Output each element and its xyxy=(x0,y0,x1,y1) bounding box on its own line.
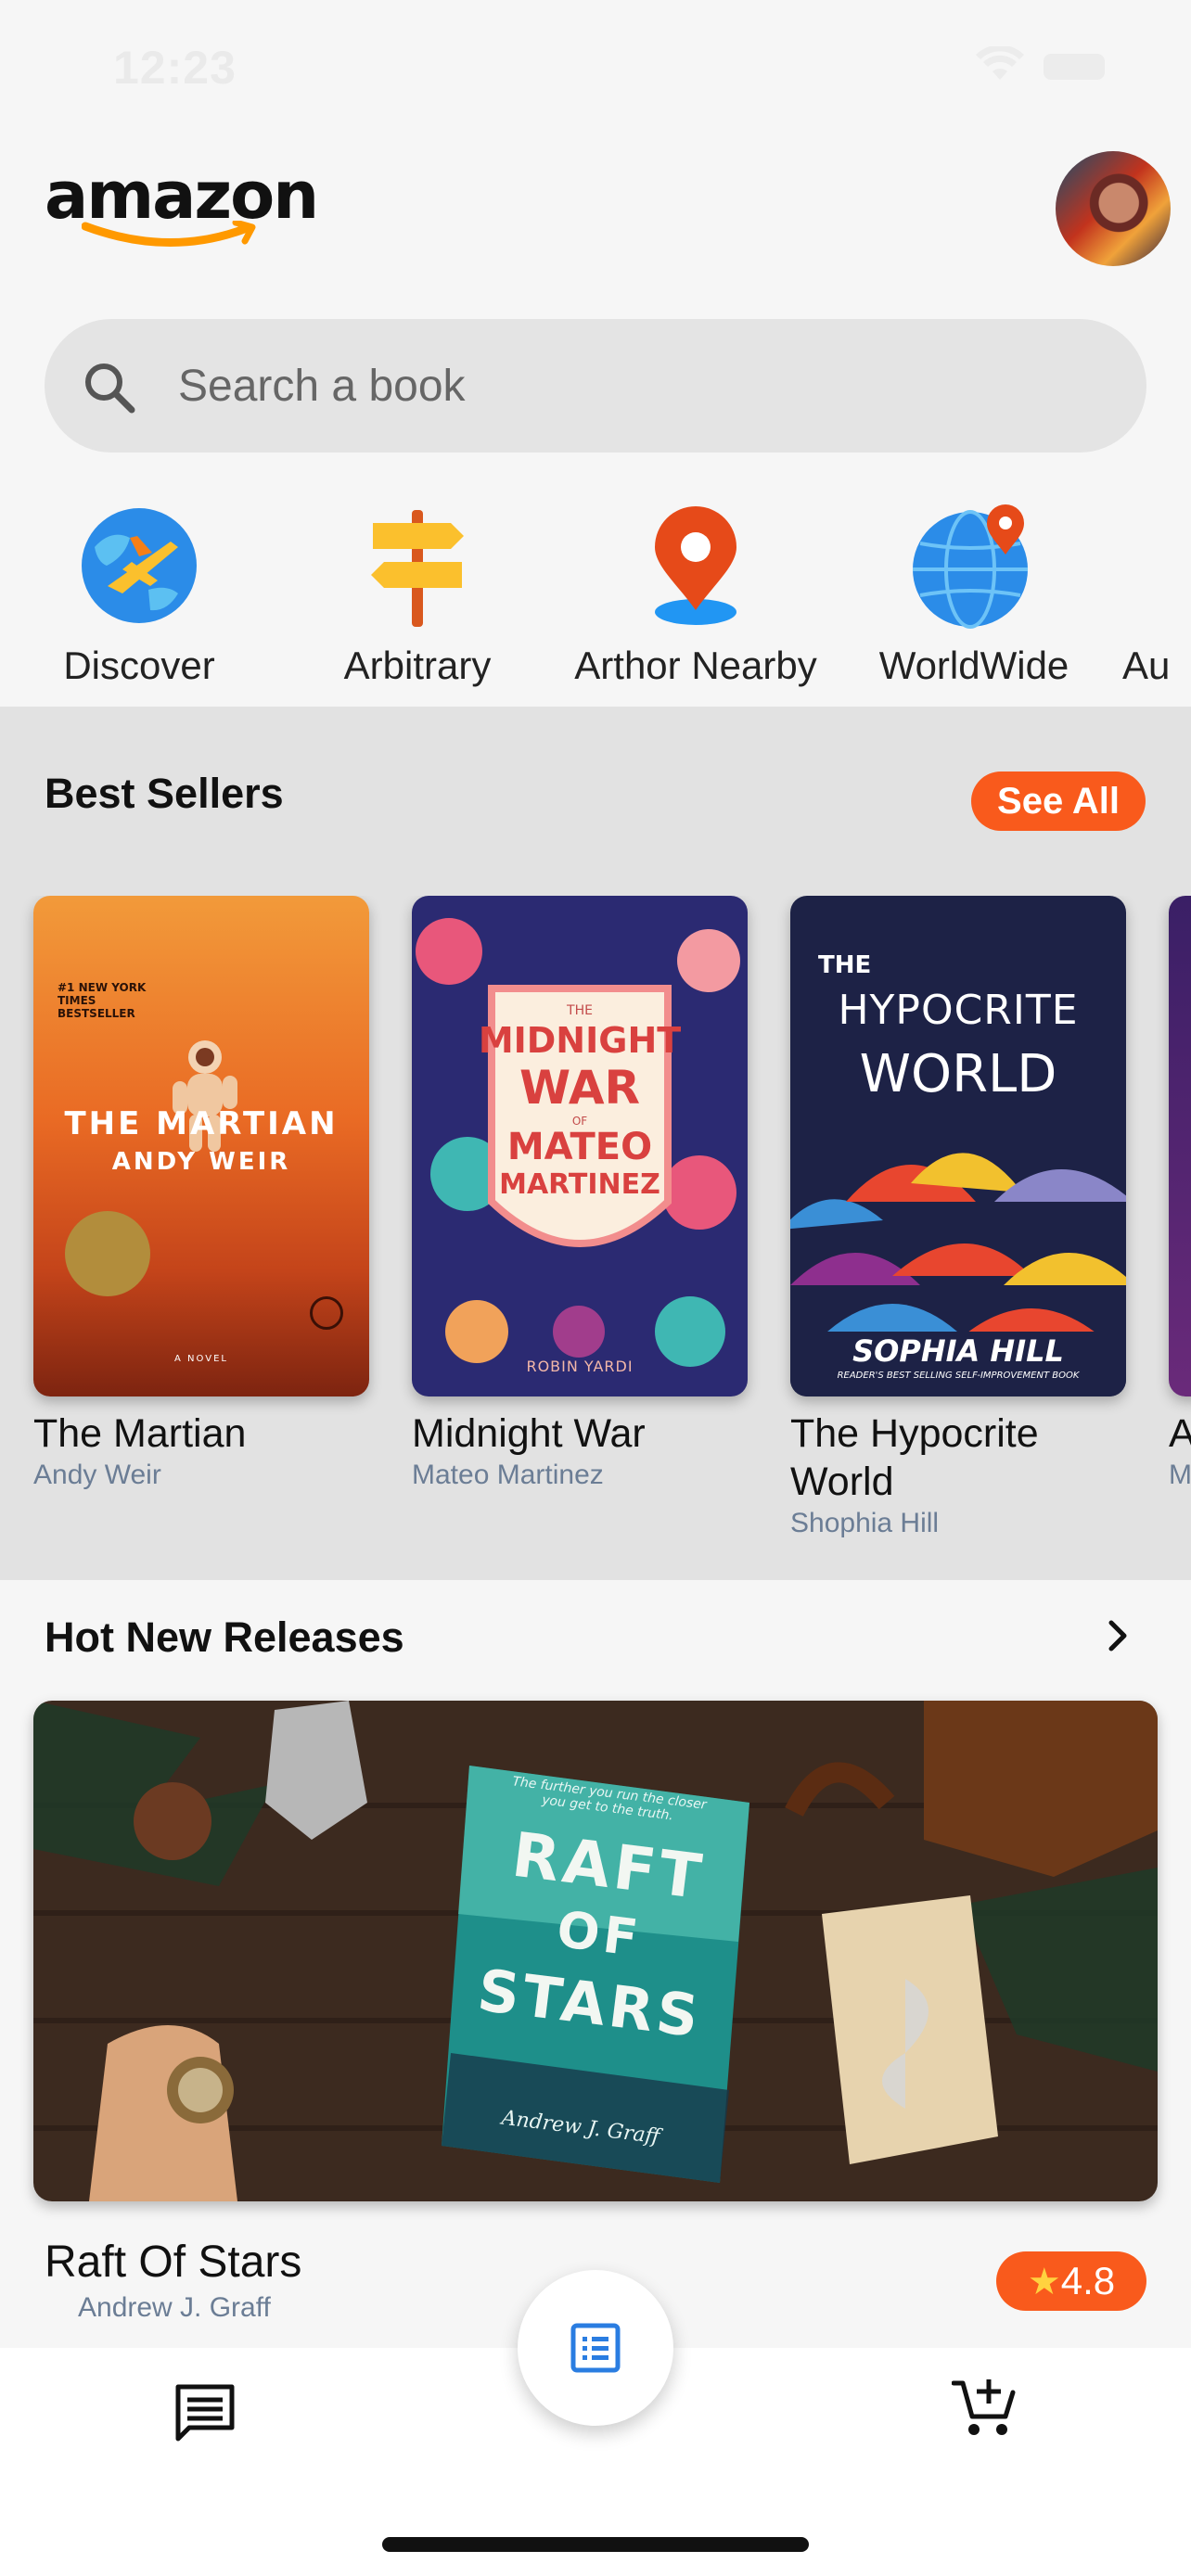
avatar[interactable] xyxy=(1056,151,1171,266)
search-icon xyxy=(85,363,135,414)
cover-title: THE MARTIAN xyxy=(64,1105,339,1142)
cover-line: WORLD xyxy=(859,1044,1057,1104)
book-cover[interactable]: THE MIDNIGHT WAR OF MATEO MARTINEZ ROBIN… xyxy=(412,896,748,1396)
section-title: Hot New Releases xyxy=(45,1613,404,1661)
amazon-smile-icon xyxy=(82,221,256,247)
add-to-cart-icon[interactable] xyxy=(952,2376,1017,2441)
book-title: A xyxy=(1169,1411,1191,1456)
search-bar[interactable] xyxy=(45,319,1146,453)
cover-footer: A NOVEL xyxy=(174,1354,228,1364)
best-sellers-section: Best Sellers See All #1 NEW YORK TIMES B… xyxy=(0,707,1191,1580)
category-label: Discover xyxy=(63,644,215,687)
category-label: Au xyxy=(1122,644,1171,687)
book-card[interactable]: THE HYPOCRITE WORLD SOPHIA HILL READER'S… xyxy=(790,896,1126,1539)
category-arthor-nearby[interactable]: Arthor Nearby xyxy=(561,501,830,695)
hot-book-author: Andrew J. Graff xyxy=(78,2292,271,2323)
category-arbitrary[interactable]: Arbitrary xyxy=(283,501,552,695)
home-indicator xyxy=(382,2537,809,2552)
wifi-icon xyxy=(976,46,1024,80)
category-label: Arbitrary xyxy=(343,644,492,687)
book-cover[interactable] xyxy=(1169,896,1191,1396)
chevron-right-icon[interactable] xyxy=(1100,1617,1137,1654)
cover-footer: ROBIN YARDI xyxy=(526,1358,634,1375)
status-bar: 12:23 xyxy=(0,0,1191,130)
cover-author: ANDY WEIR xyxy=(111,1148,291,1176)
book-card[interactable]: THE MIDNIGHT WAR OF MATEO MARTINEZ ROBIN… xyxy=(412,896,748,1491)
cover-line: MATEO xyxy=(506,1126,653,1168)
list-fab-button[interactable] xyxy=(518,2270,673,2426)
book-card[interactable]: #1 NEW YORK TIMES BESTSELLER THE MARTIAN… xyxy=(33,896,369,1491)
book-title: The Martian xyxy=(33,1411,247,1456)
rating-value: 4.8 xyxy=(1060,2259,1116,2302)
cover-line: THE xyxy=(567,1003,593,1018)
book-author: Andy Weir xyxy=(33,1460,161,1490)
book-title: Midnight War xyxy=(412,1411,646,1456)
cover-tagline: READER'S BEST SELLING SELF-IMPROVEMENT B… xyxy=(837,1371,1080,1381)
globe-pin-icon xyxy=(913,504,1028,629)
search-input[interactable] xyxy=(178,351,1069,421)
rating-badge: ★4.8 xyxy=(996,2251,1146,2311)
book-author: Shophia Hill xyxy=(790,1508,940,1538)
cover-line: WAR xyxy=(519,1061,641,1115)
book-author: Mateo Martinez xyxy=(412,1460,604,1490)
category-label: Arthor Nearby xyxy=(574,644,817,687)
hot-release-banner[interactable]: The further you run the closer you get t… xyxy=(33,1701,1158,2201)
globe-plane-icon xyxy=(82,508,197,623)
star-icon: ★ xyxy=(1027,2262,1061,2302)
hot-book-title: Raft Of Stars xyxy=(45,2238,302,2287)
message-icon[interactable] xyxy=(173,2381,237,2446)
cover-line: MIDNIGHT xyxy=(478,1020,682,1061)
book-title: The Hypocrite World xyxy=(790,1411,1039,1504)
cover-tag: #1 NEW YORK TIMES BESTSELLER xyxy=(58,981,147,1020)
signpost-icon xyxy=(371,510,464,627)
status-time: 12:23 xyxy=(113,42,237,94)
cover-line: HYPOCRITE xyxy=(838,987,1079,1034)
location-pin-icon xyxy=(655,506,736,625)
book-author: M xyxy=(1169,1460,1191,1490)
publisher-logo xyxy=(310,1296,343,1330)
see-all-button[interactable]: See All xyxy=(971,772,1146,831)
cover-line: MARTINEZ xyxy=(499,1168,660,1201)
category-worldwide[interactable]: WorldWide xyxy=(839,501,1108,695)
book-card[interactable]: A M xyxy=(1169,896,1191,1491)
list-icon xyxy=(570,2323,621,2373)
cover-author: SOPHIA HILL xyxy=(852,1333,1064,1369)
battery-icon xyxy=(1044,54,1105,80)
cover-line: THE xyxy=(818,951,872,979)
book-cover[interactable]: #1 NEW YORK TIMES BESTSELLER THE MARTIAN… xyxy=(33,896,369,1396)
section-title: Best Sellers xyxy=(45,770,284,817)
book-cover[interactable]: THE HYPOCRITE WORLD SOPHIA HILL READER'S… xyxy=(790,896,1126,1396)
category-row: Discover Arbitrary Arthor Nearby WorldWi… xyxy=(0,501,1191,705)
category-label: WorldWide xyxy=(878,644,1069,687)
category-partial[interactable]: Au xyxy=(1122,501,1191,695)
category-discover[interactable]: Discover xyxy=(5,501,274,695)
cover-seal xyxy=(65,1211,150,1296)
amazon-logo[interactable]: amazon xyxy=(45,158,319,250)
book-carousel[interactable]: #1 NEW YORK TIMES BESTSELLER THE MARTIAN… xyxy=(0,896,1191,1582)
partial-category-icon xyxy=(1122,501,1191,631)
